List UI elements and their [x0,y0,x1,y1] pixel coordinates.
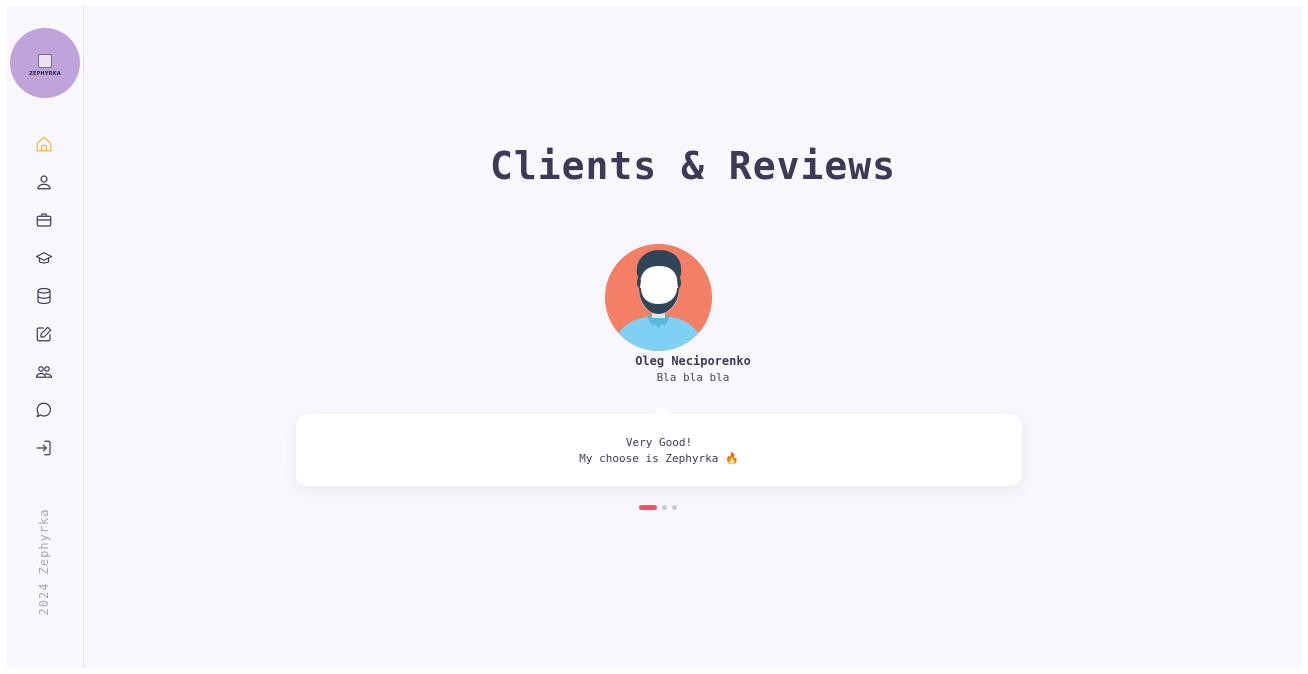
nav-item-chat[interactable] [33,399,55,421]
nav-item-home[interactable] [33,133,55,155]
review-text-line-2: My choose is Zephyrka 🔥 [579,452,739,465]
client-avatar [605,244,712,351]
nav-item-education[interactable] [33,247,55,269]
nav-item-database[interactable] [33,285,55,307]
nav-item-login[interactable] [33,437,55,459]
nav-item-clients[interactable] [33,361,55,383]
carousel-pagination [639,505,677,510]
client-role: Bla bla bla [656,371,730,384]
avatar-illustration [605,244,712,351]
database-icon [37,287,51,305]
user-icon [37,175,51,190]
logo-cat-icon [38,53,52,68]
chat-icon [36,402,51,418]
sidebar: ZEPHYRKA 2024 Zephyrka [6,6,84,668]
logo[interactable]: ZEPHYRKA [10,28,80,98]
briefcase-icon [36,213,52,227]
client-name: Oleg Neciporenko [635,354,751,368]
sign-in-icon [36,440,51,456]
logo-text: ZEPHYRKA [29,70,61,77]
main-content: Clients & Reviews Oleg Neciporenko Bla b… [84,6,1302,668]
nav-item-blog[interactable] [33,323,55,345]
page-title: Clients & Reviews [490,144,896,188]
users-icon [35,366,53,378]
pagination-dot-3[interactable] [672,505,677,510]
edit-icon [36,326,52,342]
copyright-text: 2024 Zephyrka [37,508,51,616]
home-icon [36,136,52,152]
review-text-line-1: Very Good! [625,436,693,449]
pagination-dot-1[interactable] [639,505,657,510]
nav-item-portfolio[interactable] [33,209,55,231]
nav-item-about[interactable] [33,171,55,193]
graduation-cap-icon [35,252,53,264]
app-frame: ZEPHYRKA 2024 Zephyrka Clients & Reviews… [6,6,1302,668]
pagination-dot-2[interactable] [662,505,667,510]
review-card: Very Good! My choose is Zephyrka 🔥 [296,405,1022,486]
